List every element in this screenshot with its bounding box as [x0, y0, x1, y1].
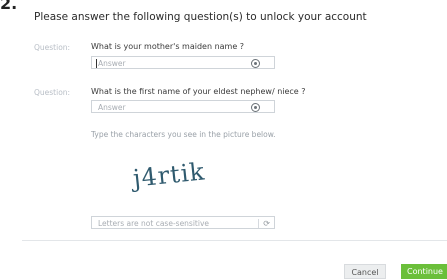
question-2-text: What is the first name of your eldest ne… — [91, 87, 306, 96]
captcha-input[interactable]: Letters are not case-sensitive ⟳ — [91, 216, 275, 229]
show-answer-icon[interactable] — [251, 59, 260, 68]
answer-2-placeholder: Answer — [98, 103, 126, 112]
field-separator — [258, 219, 259, 228]
question-2-label: Question: — [34, 88, 71, 97]
captcha-placeholder: Letters are not case-sensitive — [98, 219, 210, 228]
captcha-image: j4rtik — [131, 157, 207, 193]
step-number: 2. — [0, 0, 18, 13]
question-1-label: Question: — [34, 43, 71, 52]
captcha-instructions: Type the characters you see in the pictu… — [91, 130, 276, 139]
refresh-icon[interactable]: ⟳ — [263, 218, 270, 229]
answer-2-input[interactable]: Answer — [91, 100, 275, 113]
answer-1-placeholder: Answer — [98, 59, 126, 68]
page-heading: Please answer the following question(s) … — [34, 11, 367, 23]
text-caret — [96, 59, 97, 68]
answer-1-input[interactable]: Answer — [91, 56, 275, 69]
question-1-text: What is your mother's maiden name ? — [91, 42, 245, 51]
show-answer-icon[interactable] — [251, 103, 260, 112]
footer-divider — [22, 240, 447, 241]
